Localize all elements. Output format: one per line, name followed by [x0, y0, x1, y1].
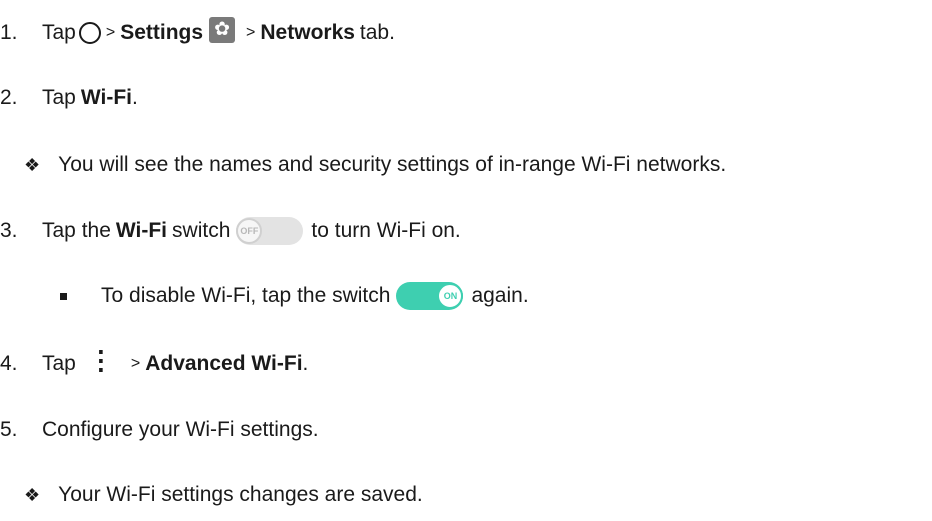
step-text-tap-the: Tap the	[42, 219, 111, 242]
step-2-result: ❖ You will see the names and security se…	[24, 150, 726, 180]
step-text-tap: Tap	[42, 86, 76, 109]
switch-knob: ON	[437, 283, 464, 309]
step-text-tap: Tap	[42, 352, 76, 375]
networks-label: Networks	[260, 21, 355, 44]
step-4: 4. Tap ⋮ > Advanced Wi-Fi .	[0, 345, 309, 379]
step-3-bullet: To disable Wi-Fi, tap the switch ON agai…	[60, 281, 529, 311]
bullet-text: To disable Wi-Fi, tap the switch	[101, 284, 391, 307]
switch-knob: OFF	[236, 218, 263, 244]
advanced-wifi-label: Advanced Wi-Fi	[145, 352, 303, 375]
bullet-text-post: again.	[471, 284, 529, 307]
step-text-rest: to turn Wi-Fi on.	[311, 219, 461, 242]
wifi-switch-off: OFF	[236, 217, 304, 245]
result-text: You will see the names and security sett…	[58, 153, 727, 176]
result-text: Your Wi-Fi settings changes are saved.	[58, 483, 423, 506]
separator: >	[105, 24, 116, 41]
menu-icon: ⋮	[87, 345, 114, 375]
separator: >	[130, 355, 141, 372]
step-period: .	[302, 352, 309, 375]
wifi-switch-on: ON	[396, 282, 464, 310]
diamond-bullet-icon: ❖	[24, 484, 41, 505]
step-3: 3. Tap the Wi-Fi switch OFF to turn Wi-F…	[0, 216, 461, 246]
separator: >	[246, 24, 256, 41]
step-number: 4.	[0, 352, 18, 375]
step-text-tap: Tap	[42, 21, 76, 44]
wifi-label: Wi-Fi	[80, 86, 132, 109]
wifi-label: Wi-Fi	[115, 219, 168, 242]
step-number: 5.	[0, 418, 18, 441]
step-period: .	[132, 86, 138, 109]
step-number: 3.	[0, 219, 18, 242]
home-icon	[78, 22, 101, 44]
gear-icon: ✿	[209, 17, 236, 43]
diamond-bullet-icon: ❖	[24, 154, 41, 175]
step-5: 5. Configure your Wi-Fi settings.	[0, 415, 319, 445]
step-text-switch: switch	[172, 219, 231, 242]
settings-label: Settings	[120, 21, 204, 44]
step-2: 2. Tap Wi-Fi .	[0, 83, 138, 113]
step-number: 1.	[0, 21, 18, 44]
step-number: 2.	[0, 86, 18, 109]
square-bullet-icon	[60, 292, 67, 300]
step-1: 1. Tap > Settings ✿ > Networks tab.	[0, 17, 395, 48]
step-text-tab: tab.	[359, 21, 395, 44]
step-5-result: ❖ Your Wi-Fi settings changes are saved.	[24, 480, 423, 510]
step-text: Configure your Wi-Fi settings.	[42, 418, 319, 441]
